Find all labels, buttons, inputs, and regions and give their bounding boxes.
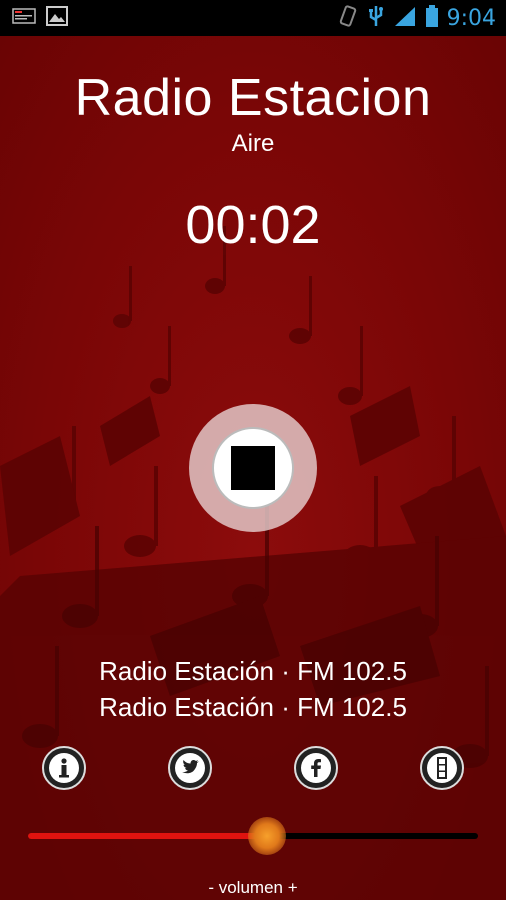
volume-slider-handle[interactable] <box>248 817 286 855</box>
rotate-icon <box>337 4 359 33</box>
twitter-button[interactable] <box>168 746 212 790</box>
player-screen: Radio Estacion Aire 00:02 Radio Estación… <box>0 36 506 900</box>
facebook-icon <box>301 753 331 783</box>
signal-icon <box>393 5 417 32</box>
volume-slider-fill <box>28 833 267 839</box>
volume-label: - volumen + <box>208 878 298 897</box>
facebook-button[interactable] <box>294 746 338 790</box>
notification-icon <box>12 7 36 30</box>
gallery-icon <box>46 5 68 31</box>
station-name-line: Radio Estación · FM 102.5 <box>99 656 407 686</box>
usb-icon <box>367 4 385 33</box>
stop-button-inner[interactable] <box>212 427 294 509</box>
info-icon <box>49 753 79 783</box>
status-bar: 9:04 <box>0 0 506 36</box>
stop-button[interactable] <box>189 404 317 532</box>
info-button[interactable] <box>42 746 86 790</box>
stop-icon <box>231 446 275 490</box>
station-name-line: Radio Estación · FM 102.5 <box>99 692 407 722</box>
stream-subtitle: Aire <box>231 130 275 157</box>
stop-menu-button[interactable] <box>420 746 464 790</box>
elapsed-time: 00:02 <box>185 195 321 255</box>
battery-icon <box>425 4 439 33</box>
twitter-icon <box>175 753 205 783</box>
stop-menu-icon <box>427 753 457 783</box>
page-title: Radio Estacion <box>74 69 432 127</box>
clock: 9:04 <box>446 5 496 31</box>
